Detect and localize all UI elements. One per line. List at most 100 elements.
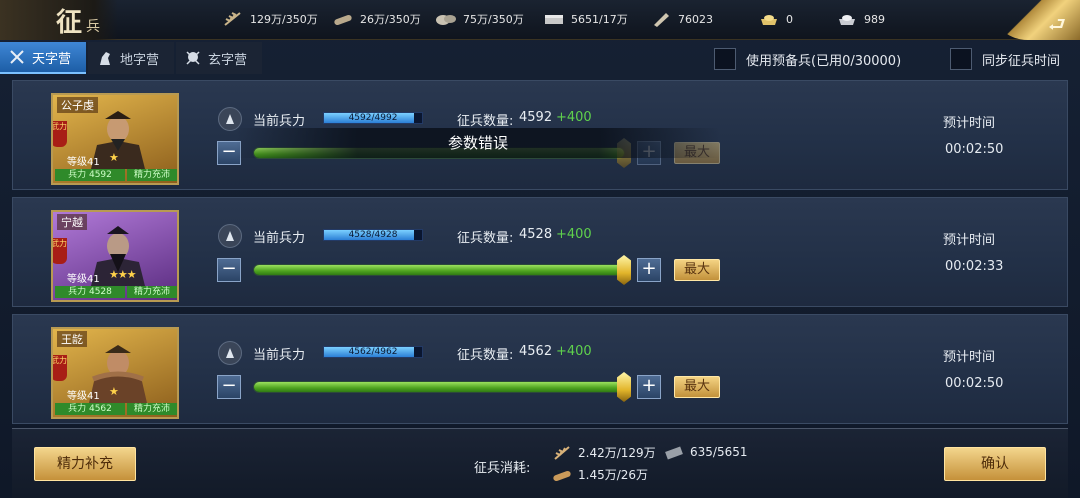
tab-dizi[interactable]: 地字营 <box>88 42 174 74</box>
general-row: 宁越 武力 等级41 ★★★ 兵力 4528 精力充沛 当前兵力 4528/49… <box>12 197 1068 307</box>
grain-cost-value: 2.42万/129万 <box>578 446 656 460</box>
general-level: 等级41 <box>67 274 100 285</box>
page-title-sub: 兵 <box>86 19 100 35</box>
iron-cost: 635/5651 <box>664 444 748 460</box>
troops-tag: 兵力 4528 <box>55 286 125 298</box>
max-button[interactable]: 最大 <box>674 259 720 281</box>
use-reserve-label: 使用预备兵(已用0/30000) <box>746 53 902 69</box>
star-rating: ★ <box>109 151 119 164</box>
recruit-count-value: 4562 <box>519 344 553 359</box>
slider-fill <box>254 265 624 275</box>
iron-icon <box>543 11 565 27</box>
star-rating: ★ <box>109 385 119 398</box>
general-portrait[interactable]: 公子虔 武力 等级41 ★ 兵力 4592 精力充沛 <box>51 93 179 185</box>
current-troops-label: 当前兵力 <box>253 231 306 246</box>
iron-cost-value: 635/5651 <box>690 445 748 459</box>
general-row: 王龁 武力 等级41 ★ 兵力 4562 精力充沛 当前兵力 4562/4962… <box>12 314 1068 424</box>
recruit-count-label: 征兵数量: <box>457 348 514 363</box>
increase-button[interactable]: + <box>637 375 661 399</box>
troop-type-icon <box>218 224 242 248</box>
recruit-slider[interactable] <box>253 264 625 276</box>
resource-decree: 76023 <box>650 10 713 28</box>
slider-fill <box>254 382 624 392</box>
recruit-screen: { "header":{"title_main":"征","title_sub"… <box>0 0 1080 498</box>
current-troops-bar: 4592/4992 <box>323 112 423 124</box>
recruit-slider[interactable] <box>253 381 625 393</box>
resource-gold-ingot: 0 <box>758 10 793 28</box>
gold-ingot-icon <box>758 11 780 27</box>
tab-label: 天字营 <box>32 51 72 67</box>
footer-bar: 精力补充 征兵消耗: 2.42万/129万 635/5651 1.45万/26万… <box>12 428 1068 498</box>
tab-label: 地字营 <box>120 52 160 68</box>
grain-cost: 2.42万/129万 <box>552 444 656 461</box>
decrease-button[interactable]: − <box>217 375 241 399</box>
decrease-button[interactable]: − <box>217 258 241 282</box>
recruit-bonus: +400 <box>556 344 592 359</box>
wood-cost: 1.45万/26万 <box>552 466 648 483</box>
general-level: 等级41 <box>67 391 100 402</box>
est-time-value: 00:02:50 <box>945 376 1004 391</box>
sync-time-checkbox[interactable] <box>950 48 972 70</box>
grain-icon <box>554 445 570 460</box>
current-troops-label: 当前兵力 <box>253 114 306 129</box>
est-time-label: 预计时间 <box>943 350 996 365</box>
troop-type-icon <box>218 341 242 365</box>
decree-icon <box>650 11 672 27</box>
increase-button[interactable]: + <box>637 258 661 282</box>
use-reserve-checkbox[interactable] <box>714 48 736 70</box>
resource-silver-ingot-value: 989 <box>864 12 885 26</box>
grain-icon <box>222 11 244 27</box>
resource-decree-value: 76023 <box>678 12 713 26</box>
crossed-swords-icon <box>8 48 26 66</box>
general-name: 王龁 <box>57 331 87 347</box>
wood-cost-value: 1.45万/26万 <box>578 468 649 482</box>
rank-badge: 武力 <box>53 355 67 381</box>
est-time-label: 预计时间 <box>943 233 996 248</box>
camp-tabs: 天字营 地字营 玄字营 <box>0 42 264 74</box>
silver-ingot-icon <box>836 11 858 27</box>
resource-stone: 75万/350万 <box>435 10 524 28</box>
back-button[interactable]: ⮐ <box>988 0 1080 40</box>
energy-tag: 精力充沛 <box>127 169 177 181</box>
current-troops-label: 当前兵力 <box>253 348 306 363</box>
general-level: 等级41 <box>67 157 100 168</box>
resource-silver-ingot: 989 <box>836 10 885 28</box>
est-time-value: 00:02:50 <box>945 142 1004 157</box>
recruit-bonus: +400 <box>556 110 592 125</box>
general-name: 公子虔 <box>57 97 98 113</box>
refill-energy-button[interactable]: 精力补充 <box>34 447 136 481</box>
sync-time-option[interactable]: 同步征兵时间 <box>950 48 1060 70</box>
horse-icon <box>96 49 114 67</box>
general-portrait[interactable]: 王龁 武力 等级41 ★ 兵力 4562 精力充沛 <box>51 327 179 419</box>
tab-xuanzi[interactable]: 玄字营 <box>176 42 262 74</box>
energy-tag: 精力充沛 <box>127 403 177 415</box>
back-arrow-icon: ⮐ <box>1048 12 1066 36</box>
current-troops-value: 4562/4962 <box>348 347 398 357</box>
slider-knob[interactable] <box>617 372 631 402</box>
recruit-bonus: +400 <box>556 227 592 242</box>
error-toast: 参数错误 <box>236 128 720 158</box>
confirm-button[interactable]: 确认 <box>944 447 1046 481</box>
est-time-label: 预计时间 <box>943 116 996 131</box>
resource-iron: 5651/17万 <box>543 10 628 28</box>
page-title: 征 <box>56 8 83 38</box>
slider-knob[interactable] <box>617 255 631 285</box>
resource-grain-value: 129万/350万 <box>250 13 318 26</box>
resource-grain: 129万/350万 <box>222 10 318 28</box>
max-button[interactable]: 最大 <box>674 376 720 398</box>
top-bar: 征 兵 129万/350万 26万/350万 75万/350万 5651/17万… <box>0 0 1080 40</box>
general-portrait[interactable]: 宁越 武力 等级41 ★★★ 兵力 4528 精力充沛 <box>51 210 179 302</box>
tab-label: 玄字营 <box>208 52 248 68</box>
wood-icon <box>553 470 571 481</box>
energy-tag: 精力充沛 <box>127 286 177 298</box>
wood-icon <box>332 11 354 27</box>
use-reserve-option[interactable]: 使用预备兵(已用0/30000) <box>714 48 901 70</box>
recruit-count-label: 征兵数量: <box>457 114 514 129</box>
current-troops-bar: 4562/4962 <box>323 346 423 358</box>
rank-badge: 武力 <box>53 121 67 147</box>
resource-stone-value: 75万/350万 <box>463 13 524 26</box>
stone-icon <box>435 11 457 27</box>
recruit-count-value: 4592 <box>519 110 553 125</box>
recruit-count-value: 4528 <box>519 227 553 242</box>
tab-tianzi[interactable]: 天字营 <box>0 42 86 74</box>
